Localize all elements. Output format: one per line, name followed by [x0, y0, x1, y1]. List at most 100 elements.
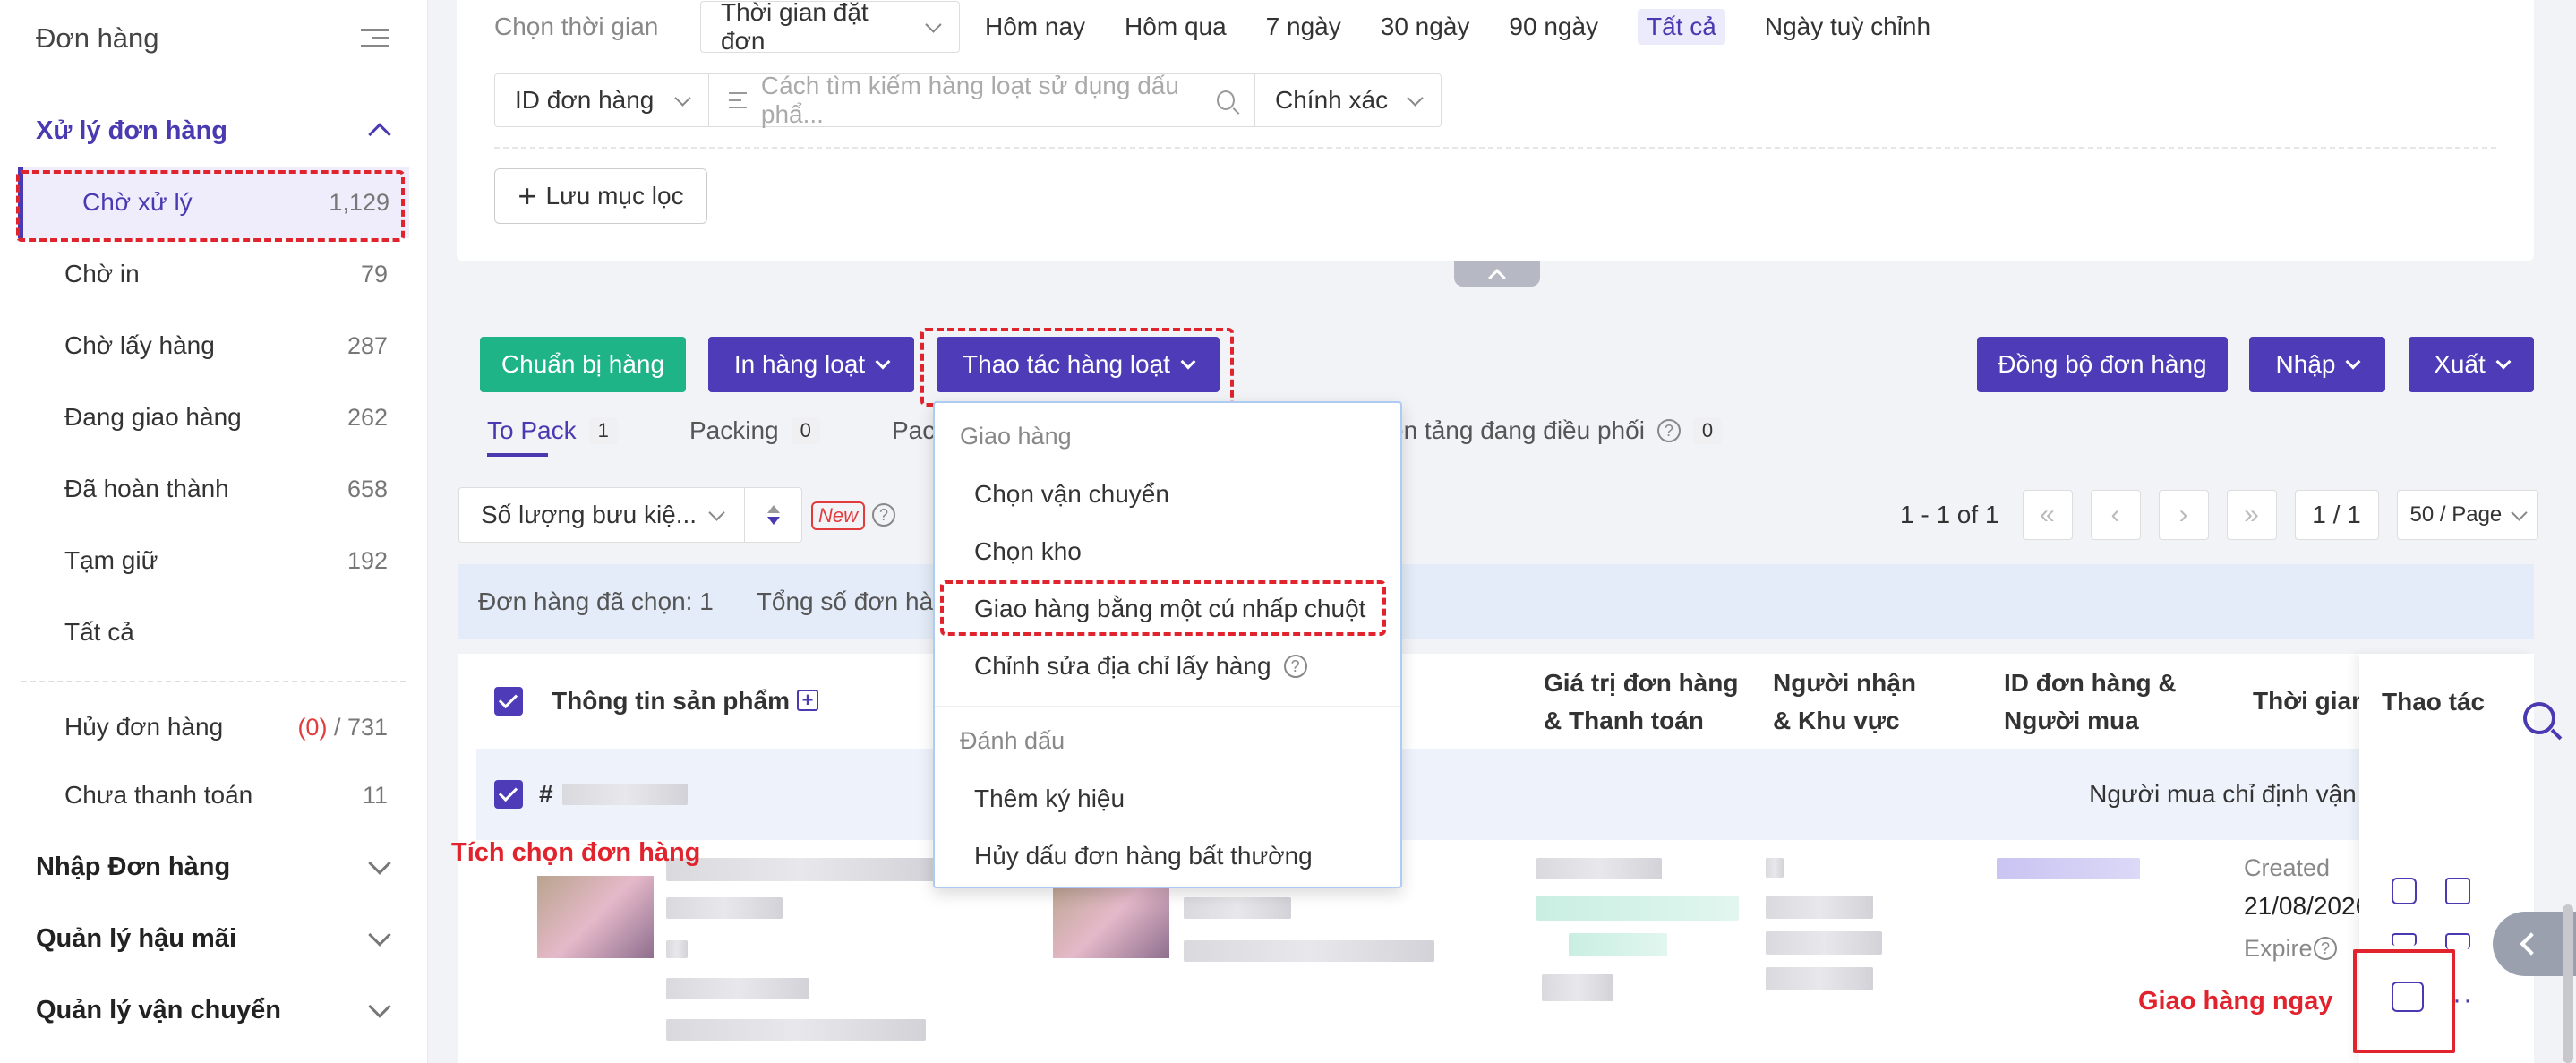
page-size-select[interactable]: 50 / Page — [2396, 490, 2538, 540]
collapse-filter-toggle[interactable] — [1454, 261, 1540, 287]
product-attr-blurred-2 — [1184, 940, 1434, 962]
help-icon[interactable]: ? — [872, 503, 895, 527]
col-buyer: Người mua — [2004, 707, 2139, 734]
col-receiver-region: & Khu vực — [1773, 707, 1900, 734]
receiver-district-blurred — [1766, 967, 1873, 990]
annotation-ship-now: Giao hàng ngay — [2138, 987, 2333, 1016]
search-icon[interactable] — [1216, 90, 1235, 110]
expand-column-icon[interactable]: + — [797, 690, 818, 711]
quick-date-today[interactable]: Hôm nay — [985, 13, 1085, 41]
selected-count: Đơn hàng đã chọn: 1 — [478, 587, 714, 615]
last-page-icon[interactable]: » — [2226, 490, 2277, 540]
menu-item-edit-pickup-address[interactable]: Chỉnh sửa địa chỉ lấy hàng? — [974, 652, 1307, 681]
order-group-row: # Người mua chỉ định vận chuyển: -- — [476, 749, 2534, 840]
chevron-down-icon — [2510, 503, 2528, 521]
sidebar-item-unpaid[interactable]: Chưa thanh toán 11 — [0, 759, 427, 831]
table-header: Thông tin sản phẩm + Giá trị đơn hàng & … — [458, 654, 2534, 749]
page-input[interactable]: 1 / 1 — [2294, 490, 2379, 540]
payment-status-blurred — [1536, 896, 1739, 921]
sort-toggle[interactable] — [744, 488, 801, 542]
first-page-icon[interactable]: « — [2022, 490, 2073, 540]
search-icon[interactable] — [2523, 702, 2555, 734]
menu-item-choose-warehouse[interactable]: Chọn kho — [974, 537, 1082, 566]
sidebar-item-all[interactable]: Tất cả — [0, 596, 427, 668]
sidebar-group-aftersale[interactable]: Quản lý hậu mãi — [0, 903, 427, 974]
help-icon[interactable]: ? — [1283, 655, 1307, 678]
tab-packing[interactable]: Packing 0 — [689, 408, 892, 453]
col-receiver: Người nhận — [1773, 669, 1916, 697]
sidebar-group-shipping[interactable]: Quản lý vận chuyển — [0, 974, 427, 1046]
sidebar-item-count: 262 — [347, 403, 388, 431]
cancel-count-total: / 731 — [327, 713, 388, 741]
filter-divider — [494, 147, 2496, 149]
sidebar-group-label: Quản lý vận chuyển — [36, 995, 281, 1024]
search-field-select[interactable]: ID đơn hàng — [495, 74, 708, 126]
quick-date-custom[interactable]: Ngày tuỳ chỉnh — [1765, 13, 1930, 41]
sidebar-group-label: Xử lý đơn hàng — [36, 116, 228, 145]
pagination: 1 - 1 of 1 « ‹ › » 1 / 1 50 / Page — [1900, 487, 2538, 543]
next-page-icon[interactable]: › — [2158, 490, 2209, 540]
save-filter-button[interactable]: + Lưu mục lọc — [494, 168, 707, 224]
prev-page-icon[interactable]: ‹ — [2090, 490, 2141, 540]
package-count-select[interactable]: Số lượng bưu kiệ... — [458, 487, 802, 543]
menu-item-remove-abnormal-mark[interactable]: Hủy dấu đơn hàng bất thường — [974, 842, 1313, 870]
quick-date-options: Hôm nay Hôm qua 7 ngày 30 ngày 90 ngày T… — [985, 9, 1930, 45]
quick-date-yesterday[interactable]: Hôm qua — [1125, 13, 1227, 41]
time-type-value: Thời gian đặt đơn — [721, 0, 869, 55]
quick-date-30-days[interactable]: 30 ngày — [1381, 13, 1470, 41]
quick-date-7-days[interactable]: 7 ngày — [1266, 13, 1341, 41]
sidebar-item-on-hold[interactable]: Tạm giữ 192 — [0, 525, 427, 596]
sidebar-item-cancelled[interactable]: Hủy đơn hàng (0) / 731 — [0, 695, 427, 759]
sidebar-item-awaiting-print[interactable]: Chờ in 79 — [0, 238, 427, 310]
print-bulk-button[interactable]: In hàng loạt — [708, 337, 914, 392]
time-type-select[interactable]: Thời gian đặt đơn — [700, 0, 960, 55]
sidebar-item-awaiting-pickup[interactable]: Chờ lấy hàng 287 — [0, 310, 427, 381]
more-icon[interactable]: ·· — [2452, 985, 2474, 1016]
collapse-menu-icon[interactable] — [361, 27, 389, 50]
package-icon[interactable] — [2392, 878, 2417, 904]
sidebar-group-import[interactable]: Nhập Đơn hàng — [0, 831, 427, 903]
sidebar-divider — [21, 681, 406, 682]
quick-date-all[interactable]: Tất cả — [1638, 9, 1725, 45]
import-button[interactable]: Nhập — [2249, 337, 2385, 392]
sort-up-icon — [766, 505, 780, 513]
menu-item-add-mark[interactable]: Thêm ký hiệu — [974, 784, 1125, 813]
filter-panel: Chọn thời gian Thời gian đặt đơn Hôm nay… — [457, 0, 2534, 261]
select-all-checkbox[interactable] — [494, 687, 523, 716]
product-name-blurred — [666, 858, 935, 881]
vertical-scrollbar[interactable] — [2563, 904, 2573, 1063]
search-input[interactable]: Cách tìm kiếm hàng loạt sử dụng dấu phẩ.… — [708, 72, 1254, 128]
match-mode-select[interactable]: Chính xác — [1254, 74, 1441, 126]
order-checkbox[interactable] — [494, 780, 523, 809]
tab-platform-dispatch[interactable]: ền tảng đang điều phối? 0 — [1390, 408, 1723, 453]
prepare-goods-label: Chuẩn bị hàng — [501, 350, 665, 378]
chevron-down-icon — [368, 923, 391, 947]
help-icon[interactable]: ? — [2314, 937, 2337, 960]
print-icon[interactable] — [2392, 933, 2417, 946]
menu-item-choose-carrier[interactable]: Chọn vận chuyển — [974, 480, 1169, 509]
document-icon[interactable] — [2445, 878, 2470, 904]
menu-item-label: Hủy dấu đơn hàng bất thường — [974, 842, 1313, 870]
edit-icon[interactable] — [2445, 933, 2470, 949]
sidebar-group-processing[interactable]: Xử lý đơn hàng — [0, 95, 427, 167]
quick-date-90-days[interactable]: 90 ngày — [1509, 13, 1598, 41]
prepare-goods-button[interactable]: Chuẩn bị hàng — [480, 337, 686, 392]
product-thumbnail — [537, 876, 654, 958]
highlight-bulk-actions — [920, 328, 1234, 407]
tab-to-pack[interactable]: To Pack 1 — [487, 408, 689, 457]
tab-count: 1 — [588, 417, 618, 444]
chevron-down-icon — [925, 15, 942, 33]
sidebar-item-shipping[interactable]: Đang giao hàng 262 — [0, 381, 427, 453]
chevron-up-icon — [1488, 269, 1506, 287]
sidebar-item-label: Đã hoàn thành — [64, 475, 229, 502]
sync-orders-button[interactable]: Đồng bộ đơn hàng — [1977, 337, 2228, 392]
tab-label: Packing — [689, 416, 779, 444]
col-operations: Thao tác — [2382, 688, 2486, 716]
help-icon[interactable]: ? — [1656, 419, 1681, 442]
bulk-search-icon — [729, 92, 747, 108]
export-button[interactable]: Xuất — [2409, 337, 2534, 392]
sidebar-item-count: 79 — [360, 260, 388, 287]
plus-icon: + — [518, 177, 537, 214]
sidebar-item-completed[interactable]: Đã hoàn thành 658 — [0, 453, 427, 525]
order-number-hash: # — [539, 780, 553, 808]
